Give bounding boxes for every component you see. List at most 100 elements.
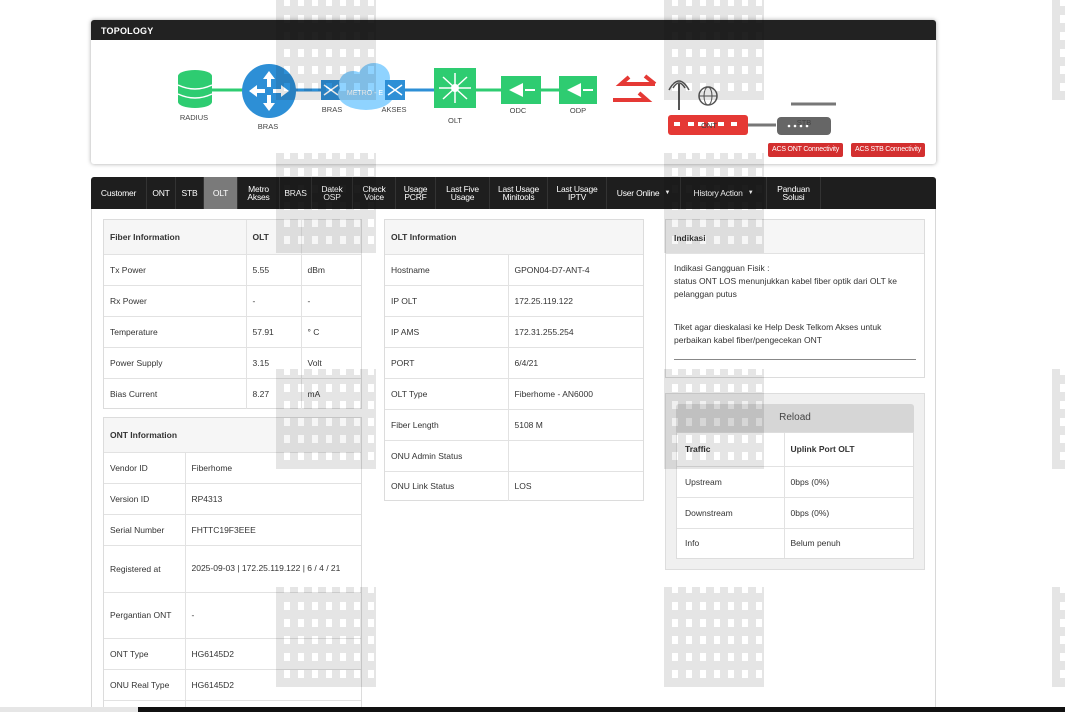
- traffic-header-uplink: Uplink Port OLT: [784, 433, 913, 466]
- cell: Rx Power: [104, 284, 247, 316]
- table-row: ONU Real Type HG6145D2: [104, 668, 361, 700]
- table-row: PORT 6/4/21: [385, 346, 643, 378]
- tab-check-voice[interactable]: Check Voice: [353, 177, 396, 209]
- tab-metro-akses[interactable]: Metro Akses: [238, 177, 280, 209]
- cell: Version ID: [104, 482, 186, 514]
- topology-panel: TOPOLOGY METRO - E RADIUS BRAS BRAS AKSE…: [91, 20, 936, 164]
- cell: 8.27: [246, 377, 302, 409]
- tab-bras[interactable]: BRAS: [280, 177, 312, 209]
- traffic-header-label: Traffic: [677, 433, 785, 466]
- acs-stb-connectivity-button[interactable]: ACS STB Connectivity: [851, 143, 926, 157]
- cell: -: [301, 284, 361, 316]
- fiber-header-olt: OLT: [246, 220, 302, 254]
- cell: [508, 439, 643, 471]
- table-row: OLT Type Fiberhome - AN6000: [385, 377, 643, 409]
- ont-info-header: ONT Information: [104, 418, 361, 452]
- cell: mA: [301, 377, 361, 409]
- cell: ONU Link Status: [385, 470, 509, 501]
- reload-button[interactable]: Reload: [676, 404, 914, 432]
- cell: GPON04-D7-ANT-4: [508, 253, 643, 285]
- topology-title: TOPOLOGY: [91, 20, 936, 40]
- tab-last-usage-minitools[interactable]: Last Usage Minitools: [490, 177, 548, 209]
- node-label-akses: AKSES: [381, 105, 407, 114]
- table-row: ONU Link Status LOS: [385, 470, 643, 501]
- tab-stb[interactable]: STB: [176, 177, 204, 209]
- tab-last-five-usage[interactable]: Last Five Usage: [436, 177, 490, 209]
- cell: Volt: [301, 346, 361, 378]
- divider: [674, 359, 916, 360]
- cell: dBm: [301, 253, 361, 285]
- tab-last-usage-iptv[interactable]: Last Usage IPTV: [548, 177, 607, 209]
- traffic-panel: Reload Traffic Uplink Port OLT Upstream 0b…: [665, 393, 925, 570]
- wifi-antenna-icon: [668, 80, 690, 110]
- table-row: Hostname GPON04-D7-ANT-4: [385, 253, 643, 285]
- metro-label: METRO - E: [347, 90, 383, 97]
- table-row: Upstream 0bps (0%): [677, 465, 913, 497]
- tab-panduan-solusi[interactable]: Panduan Solusi: [767, 177, 821, 209]
- cell: IP AMS: [385, 315, 509, 347]
- cell: LOS: [508, 470, 643, 501]
- cell: ° C: [301, 315, 361, 347]
- table-row: Pergantian ONT -: [104, 591, 361, 638]
- router-icon: [242, 64, 296, 118]
- cell: FHTTC19F3EEE: [185, 513, 361, 545]
- cell: HG6145D2: [185, 668, 361, 700]
- table-row: Info Belum penuh: [677, 527, 913, 558]
- cell: 6/4/21: [508, 346, 643, 378]
- table-row: IP OLT 172.25.119.122: [385, 284, 643, 316]
- database-icon: [177, 70, 213, 108]
- table-row: Downstream 0bps (0%): [677, 496, 913, 528]
- cell: Registered at: [104, 544, 186, 592]
- cell: 0bps (0%): [784, 496, 913, 528]
- cell: ONT Type: [104, 637, 186, 669]
- cell: Serial Number: [104, 513, 186, 545]
- tab-ont[interactable]: ONT: [147, 177, 176, 209]
- cell: IP OLT: [385, 284, 509, 316]
- acs-ont-connectivity-button[interactable]: ACS ONT Connectivity: [768, 143, 844, 157]
- table-row: ONT Type HG6145D2: [104, 637, 361, 669]
- table-row: Version ID RP4313: [104, 482, 361, 514]
- tab-datek-osp[interactable]: Datek OSP: [312, 177, 353, 209]
- cell: Temperature: [104, 315, 247, 347]
- tab-history-action-dropdown[interactable]: History Action ▼: [681, 177, 767, 209]
- cell: Fiber Length: [385, 408, 509, 440]
- olt-info-header: OLT Information: [385, 220, 643, 254]
- cell: 57.91: [246, 315, 302, 347]
- node-label-ont: ONT: [701, 121, 717, 130]
- cell: Fiberhome: [185, 451, 361, 483]
- cell: Vendor ID: [104, 451, 186, 483]
- tab-customer[interactable]: Customer: [91, 177, 147, 209]
- node-label-radius: RADIUS: [179, 113, 209, 122]
- cell: Bias Current: [104, 377, 247, 409]
- cell: 2025-09-03 | 172.25.119.122 | 6 / 4 / 21: [185, 544, 361, 592]
- node-label-bras-metro: BRAS: [321, 105, 343, 114]
- tab-usage-pcrf[interactable]: Usage PCRF: [396, 177, 436, 209]
- indikasi-line-3: Tiket agar dieskalasi ke Help Desk Telko…: [674, 322, 882, 345]
- table-row: ONU Admin Status: [385, 439, 643, 471]
- node-label-odp: ODP: [569, 106, 587, 115]
- node-label-bras: BRAS: [257, 122, 279, 131]
- cell: Belum penuh: [784, 527, 913, 558]
- node-label-olt: OLT: [447, 116, 463, 125]
- cell: OLT Type: [385, 377, 509, 409]
- main-nav: Customer ONT STB OLT Metro Akses BRAS Dat…: [91, 177, 936, 209]
- table-row: Temperature 57.91 ° C: [104, 315, 361, 347]
- indikasi-header: Indikasi: [666, 220, 924, 254]
- cell: Power Supply: [104, 346, 247, 378]
- cell: Downstream: [677, 496, 785, 528]
- cell: Hostname: [385, 253, 509, 285]
- cell: HG6145D2: [185, 637, 361, 669]
- ont-information-panel: ONT Information Vendor ID Fiberhome Versi…: [103, 417, 362, 712]
- tab-olt[interactable]: OLT: [204, 177, 238, 209]
- tab-user-online-dropdown[interactable]: User Online ▼: [607, 177, 681, 209]
- indikasi-line-2: status ONT LOS menunjukkan kabel fiber o…: [674, 276, 897, 299]
- bottom-taskbar: [0, 707, 1065, 712]
- traffic-table: Traffic Uplink Port OLT Upstream 0bps (0%)…: [676, 432, 914, 559]
- cell: Pergantian ONT: [104, 591, 186, 638]
- cell: PORT: [385, 346, 509, 378]
- table-row: Rx Power - -: [104, 284, 361, 316]
- cell: 5108 M: [508, 408, 643, 440]
- cell: -: [185, 591, 361, 638]
- table-row: Tx Power 5.55 dBm: [104, 253, 361, 285]
- table-row: Registered at 2025-09-03 | 172.25.119.122…: [104, 544, 361, 592]
